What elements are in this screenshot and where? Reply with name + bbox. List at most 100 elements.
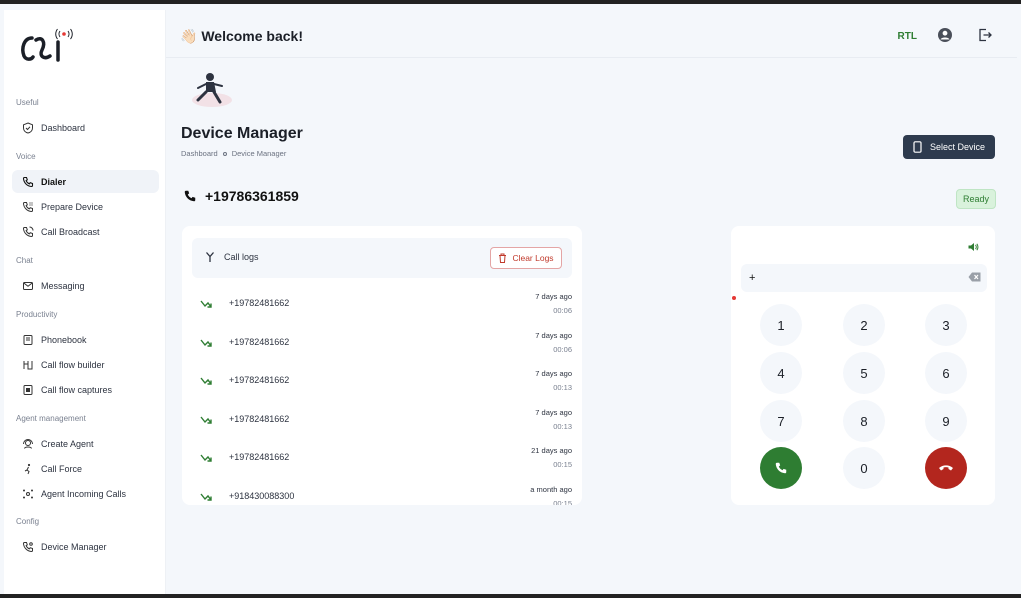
- clear-logs-label: Clear Logs: [512, 253, 554, 263]
- call-log-duration: 00:06: [553, 344, 572, 354]
- phonebook-icon: [22, 334, 34, 346]
- sidebar-item-label: Call flow builder: [41, 359, 105, 370]
- call-logs-title: Call logs: [204, 251, 259, 263]
- sidebar-item-label: Create Agent: [41, 438, 94, 449]
- call-logs-header: Call logs Clear Logs: [192, 238, 572, 278]
- sidebar-item-label: Call Broadcast: [41, 226, 100, 237]
- call-log-number: +19782481662: [229, 336, 290, 347]
- keypad-key-7[interactable]: 7: [760, 400, 802, 442]
- hangup-icon: [939, 465, 953, 471]
- keypad-key-4[interactable]: 4: [760, 352, 802, 394]
- sidebar-item-call-broadcast[interactable]: Call Broadcast: [12, 220, 159, 243]
- capture-icon: [22, 384, 34, 396]
- call-log-time: a month ago: [530, 484, 572, 494]
- call-log-duration: 00:06: [553, 306, 572, 315]
- sidebar-item-agent-incoming-calls[interactable]: Agent Incoming Calls: [12, 482, 159, 505]
- logout-icon[interactable]: [977, 27, 993, 43]
- call-log-time: 7 days ago: [535, 330, 572, 340]
- app-frame: Useful Dashboard Voice Dialer Prepare De…: [0, 4, 1021, 594]
- breadcrumb-dashboard[interactable]: Dashboard: [181, 149, 218, 158]
- phone-gear-icon: [22, 541, 34, 553]
- call-log-duration: 00:15: [553, 460, 572, 469]
- call-log-number: +19782481662: [229, 452, 290, 462]
- sidebar-item-create-agent[interactable]: Create Agent: [12, 432, 159, 455]
- section-label-agent-management: Agent management: [16, 414, 86, 423]
- select-device-button[interactable]: Select Device: [903, 135, 995, 159]
- incoming-call-arrow-icon: [200, 416, 212, 424]
- sidebar-item-phonebook[interactable]: Phonebook: [12, 328, 159, 351]
- current-phone: +19786361859: [183, 188, 299, 204]
- call-button[interactable]: [760, 447, 802, 489]
- sidebar-item-label: Call Force: [41, 463, 83, 474]
- incoming-call-arrow-icon: [200, 339, 212, 347]
- keypad-key-2[interactable]: 2: [843, 304, 885, 346]
- phone-dots-icon: [22, 201, 34, 213]
- network-icon: [22, 488, 34, 500]
- keypad-key-0[interactable]: 0: [843, 447, 885, 489]
- dial-number-input[interactable]: [741, 264, 987, 292]
- rtl-toggle[interactable]: RTL: [898, 31, 917, 42]
- run-icon: [22, 463, 34, 475]
- keypad-key-5[interactable]: 5: [843, 352, 885, 394]
- shield-check-icon: [22, 121, 34, 134]
- sidebar-item-call-flow-captures[interactable]: Call flow captures: [12, 378, 159, 401]
- phone-icon: [775, 462, 787, 474]
- sidebar-item-label: Dashboard: [41, 122, 86, 133]
- call-log-duration: 00:15: [553, 498, 572, 506]
- person-illustration: [192, 73, 232, 107]
- keypad-key-6[interactable]: 6: [925, 352, 967, 394]
- breadcrumb: Dashboard Device Manager: [181, 149, 286, 158]
- flow-icon: [22, 359, 34, 371]
- keypad-key-8[interactable]: 8: [843, 400, 885, 442]
- keypad-key-9[interactable]: 9: [925, 400, 967, 442]
- sidebar-item-call-flow-builder[interactable]: Call flow builder: [12, 353, 159, 376]
- call-log-number: +19782481662: [229, 375, 290, 385]
- app-logo: [21, 28, 73, 62]
- sidebar-item-dialer[interactable]: Dialer: [12, 170, 159, 193]
- call-log-row[interactable]: +19782481662 7 days ago 00:13: [182, 365, 582, 403]
- mail-icon: [22, 280, 34, 292]
- agent-icon: [22, 438, 34, 450]
- keypad-key-3[interactable]: 3: [925, 304, 967, 346]
- call-log-time: 7 days ago: [535, 369, 572, 378]
- sidebar-item-call-force[interactable]: Call Force: [12, 457, 159, 480]
- sidebar-item-label: Dialer: [41, 176, 67, 187]
- phone-wave-icon: [22, 226, 34, 238]
- incoming-call-arrow-icon: [200, 454, 212, 462]
- call-log-duration: 00:13: [553, 421, 572, 431]
- phone-number: +19786361859: [205, 188, 299, 204]
- backspace-icon[interactable]: [968, 272, 981, 282]
- sidebar-item-label: Device Manager: [41, 541, 107, 552]
- breadcrumb-separator-icon: [222, 151, 227, 156]
- sidebar-item-device-manager[interactable]: Device Manager: [12, 535, 159, 558]
- recording-indicator: [732, 296, 736, 300]
- call-log-row[interactable]: +19782481662 7 days ago 00:13: [182, 404, 582, 442]
- call-log-number: +19782481662: [229, 298, 290, 308]
- call-log-time: 7 days ago: [535, 407, 572, 417]
- sidebar-item-label: Call flow captures: [41, 384, 113, 395]
- sidebar-item-dashboard[interactable]: Dashboard: [12, 116, 159, 139]
- trash-icon: [499, 253, 507, 263]
- status-badge: Ready: [956, 189, 996, 209]
- sidebar-item-messaging[interactable]: Messaging: [12, 274, 159, 297]
- keypad-key-1[interactable]: 1: [760, 304, 802, 346]
- fork-icon: [206, 252, 214, 262]
- sidebar-item-prepare-device[interactable]: Prepare Device: [12, 195, 159, 218]
- call-logs-card: Call logs Clear Logs +19782481662 7 days …: [182, 226, 582, 505]
- call-log-number: +19782481662: [229, 413, 290, 424]
- user-avatar-icon[interactable]: [937, 27, 953, 43]
- call-logs-title-text: Call logs: [224, 252, 259, 262]
- sidebar-item-label: Agent Incoming Calls: [41, 488, 127, 499]
- section-label-voice: Voice: [16, 152, 36, 161]
- call-log-row[interactable]: +19782481662 7 days ago 00:06: [182, 288, 582, 326]
- welcome-heading: 👋🏻 Welcome back!: [180, 28, 303, 44]
- hangup-button[interactable]: [925, 447, 967, 489]
- section-label-chat: Chat: [16, 256, 33, 265]
- call-log-row[interactable]: +918430088300 a month ago 00:15: [182, 481, 582, 506]
- sidebar-item-label: Phonebook: [41, 334, 87, 345]
- call-log-row[interactable]: +19782481662 21 days ago 00:15: [182, 442, 582, 480]
- call-log-row[interactable]: +19782481662 7 days ago 00:06: [182, 327, 582, 365]
- speaker-icon[interactable]: [967, 241, 979, 253]
- clear-logs-button[interactable]: Clear Logs: [490, 247, 562, 269]
- call-log-duration: 00:13: [553, 383, 572, 392]
